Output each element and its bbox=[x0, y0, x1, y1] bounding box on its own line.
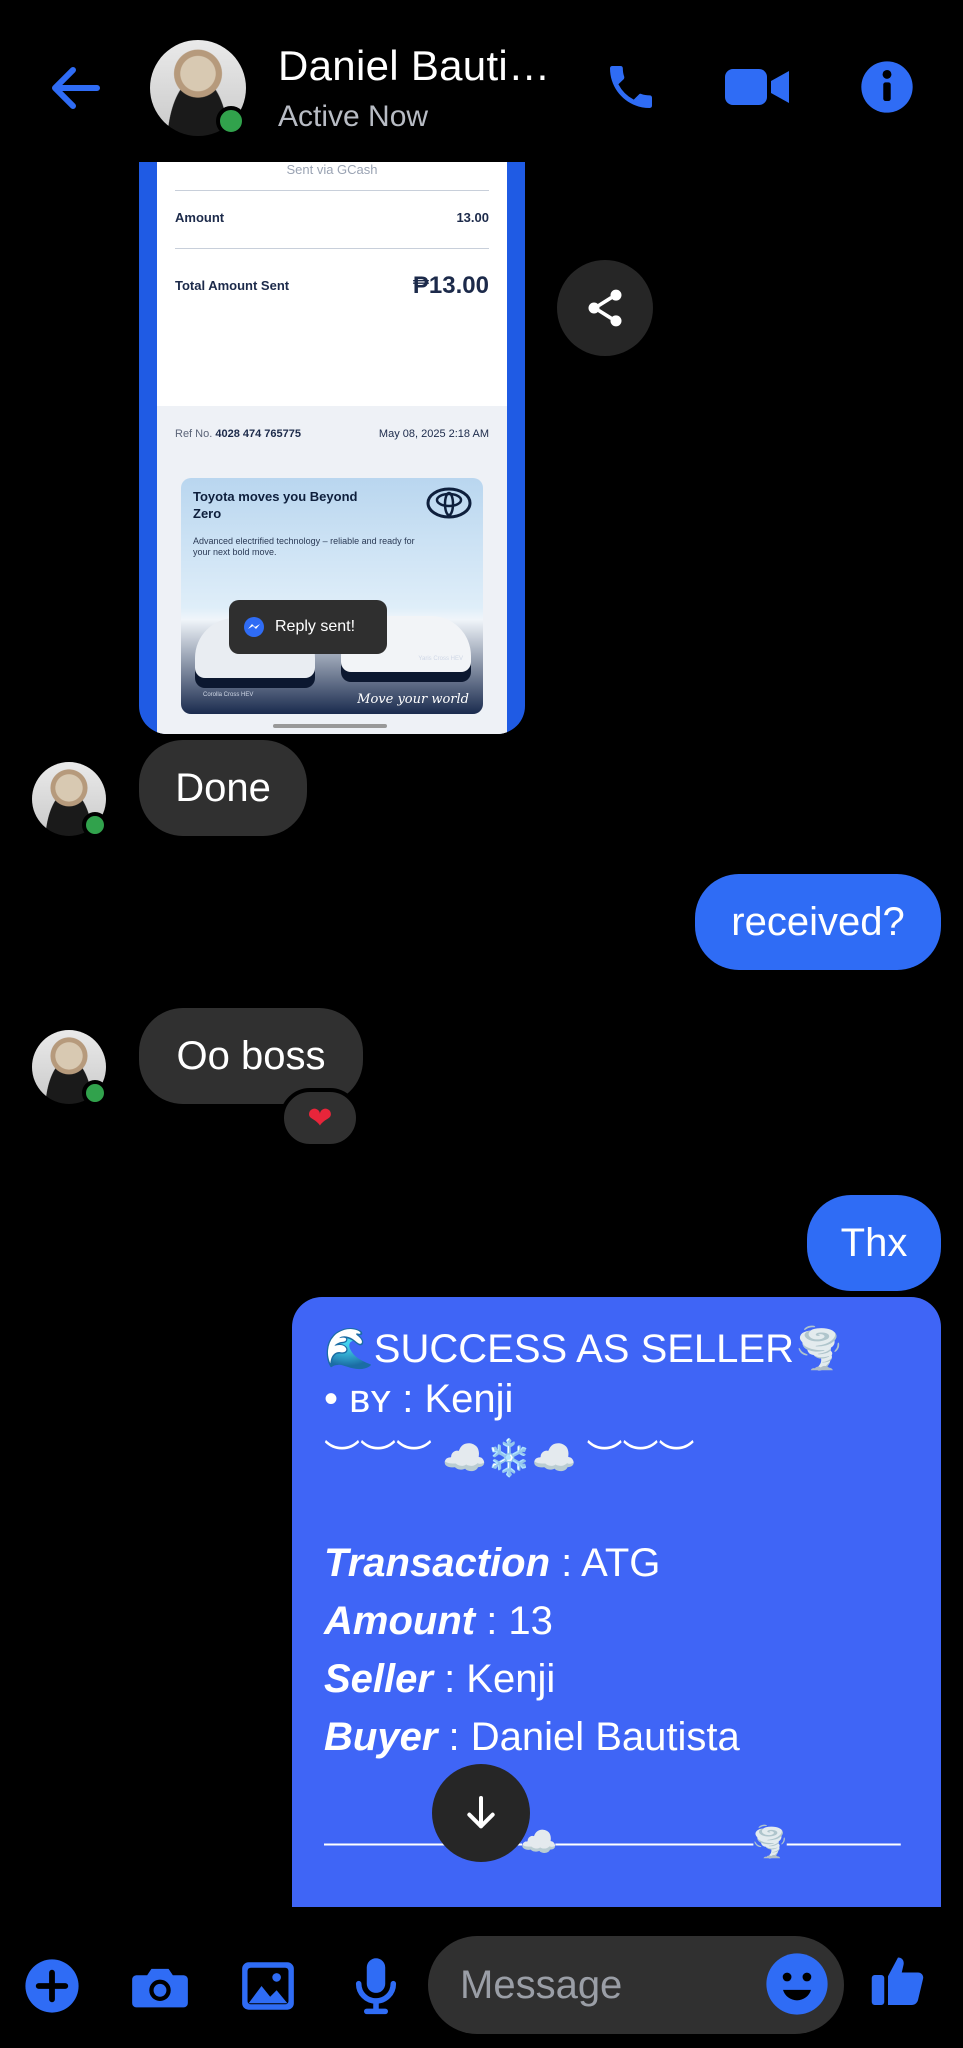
voice-call-button[interactable] bbox=[596, 52, 666, 122]
ad-subline: Advanced electrified technology – reliab… bbox=[193, 536, 415, 557]
incoming-message-bubble[interactable]: Done bbox=[139, 740, 307, 836]
toast-text: Reply sent! bbox=[275, 618, 356, 635]
receipt-date: May 08, 2025 2:18 AM bbox=[378, 428, 489, 440]
amount-line: Amount : 13 bbox=[324, 1599, 553, 1644]
back-arrow-icon bbox=[52, 67, 100, 109]
send-like-button[interactable] bbox=[862, 1944, 934, 2016]
active-status-dot bbox=[216, 106, 246, 136]
receipt-divider bbox=[175, 190, 489, 191]
microphone-icon bbox=[355, 1958, 397, 2015]
outgoing-message-bubble[interactable]: received? bbox=[695, 874, 941, 970]
transaction-label: Transaction bbox=[324, 1541, 550, 1585]
toyota-logo-icon bbox=[426, 487, 472, 519]
back-button[interactable] bbox=[40, 58, 110, 118]
home-indicator bbox=[273, 724, 387, 728]
receipt-total-row: Total Amount Sent ₱13.00 bbox=[175, 274, 489, 298]
camera-button[interactable] bbox=[124, 1950, 196, 2022]
ref-number: 4028 474 765775 bbox=[215, 428, 302, 440]
total-value: ₱13.00 bbox=[412, 272, 489, 299]
buyer-value: : Daniel Bautista bbox=[437, 1715, 740, 1759]
by-label: • ʙʏ bbox=[324, 1377, 392, 1421]
scroll-to-bottom-button[interactable] bbox=[432, 1764, 530, 1862]
toyota-ad-banner: Toyota moves you Beyond Zero Advanced el… bbox=[181, 478, 483, 714]
camera-icon bbox=[132, 1968, 188, 2008]
shared-screenshot[interactable]: Sent via GCash Amount 13.00 Total Amount… bbox=[139, 162, 525, 734]
seller-value: : Kenji bbox=[432, 1657, 556, 1701]
transaction-value: : ATG bbox=[550, 1541, 661, 1585]
receipt-amount-row: Amount 13.00 bbox=[175, 210, 489, 225]
ad-car-right-label: Yaris Cross HEV bbox=[418, 656, 463, 662]
seller-summary-message[interactable]: 🌊SUCCESS AS SELLER🌪️ • ʙʏ : Kenji ︶︶︶ ☁️… bbox=[292, 1297, 941, 1907]
seller-card-title: 🌊SUCCESS AS SELLER🌪️ bbox=[324, 1327, 844, 1371]
more-actions-button[interactable] bbox=[16, 1950, 88, 2022]
by-value: : Kenji bbox=[391, 1377, 514, 1421]
gallery-icon bbox=[242, 1962, 294, 2010]
video-icon bbox=[725, 69, 789, 105]
active-status-dot bbox=[82, 1080, 108, 1106]
receipt-divider bbox=[175, 248, 489, 249]
seller-label: Seller bbox=[324, 1657, 433, 1701]
voice-message-button[interactable] bbox=[340, 1950, 412, 2022]
contact-status: Active Now bbox=[278, 100, 429, 133]
seller-card-footer-divider: ———————☁️———————🌪️———— bbox=[324, 1826, 901, 1859]
ref-label: Ref No. bbox=[175, 428, 213, 440]
ad-car-left-label: Corolla Cross HEV bbox=[203, 692, 254, 698]
ad-headline: Toyota moves you Beyond Zero bbox=[193, 489, 358, 521]
transaction-line: Transaction : ATG bbox=[324, 1541, 660, 1586]
gcash-receipt: Sent via GCash Amount 13.00 Total Amount… bbox=[157, 162, 507, 734]
amount-value: : 13 bbox=[475, 1599, 553, 1643]
conversation-header: Daniel Bauti… Active Now bbox=[0, 0, 963, 160]
amount-value: 13.00 bbox=[456, 210, 489, 225]
receipt-top-text: Sent via GCash bbox=[286, 162, 378, 177]
thumbs-up-icon bbox=[871, 1957, 924, 2005]
conversation-info-button[interactable] bbox=[852, 52, 922, 122]
message-reaction[interactable]: ❤ bbox=[280, 1088, 360, 1148]
share-icon bbox=[588, 289, 622, 327]
amount-label: Amount bbox=[324, 1599, 476, 1643]
heart-icon: ❤ bbox=[307, 1101, 333, 1135]
gallery-button[interactable] bbox=[232, 1950, 304, 2022]
active-status-dot bbox=[82, 812, 108, 838]
emoji-button[interactable] bbox=[762, 1949, 832, 2019]
message-input-placeholder: Message bbox=[460, 1962, 623, 2007]
receipt-ref-row: Ref No. 4028 474 765775 May 08, 2025 2:1… bbox=[175, 428, 489, 440]
video-call-button[interactable] bbox=[722, 52, 792, 122]
outgoing-message-bubble[interactable]: Thx bbox=[807, 1195, 941, 1291]
messenger-icon bbox=[244, 617, 264, 637]
buyer-line: Buyer : Daniel Bautista bbox=[324, 1715, 740, 1760]
seller-line: Seller : Kenji bbox=[324, 1657, 555, 1702]
reply-sent-toast: Reply sent! bbox=[229, 600, 387, 654]
seller-card-by-line: • ʙʏ : Kenji bbox=[324, 1377, 513, 1422]
info-icon bbox=[861, 61, 913, 113]
plus-icon bbox=[25, 1959, 79, 2013]
buyer-label: Buyer bbox=[324, 1715, 438, 1759]
arrow-down-icon bbox=[467, 1796, 495, 1829]
ad-tagline: Move your world bbox=[357, 692, 469, 707]
emoji-icon bbox=[766, 1953, 828, 2015]
seller-card-divider: ︶︶︶ ☁️❄️☁️ ︶︶︶ bbox=[324, 1437, 695, 1478]
total-label: Total Amount Sent bbox=[175, 278, 290, 293]
phone-icon bbox=[610, 66, 652, 108]
contact-name[interactable]: Daniel Bauti… bbox=[278, 42, 550, 90]
share-button[interactable] bbox=[557, 260, 653, 356]
amount-label: Amount bbox=[175, 210, 225, 225]
